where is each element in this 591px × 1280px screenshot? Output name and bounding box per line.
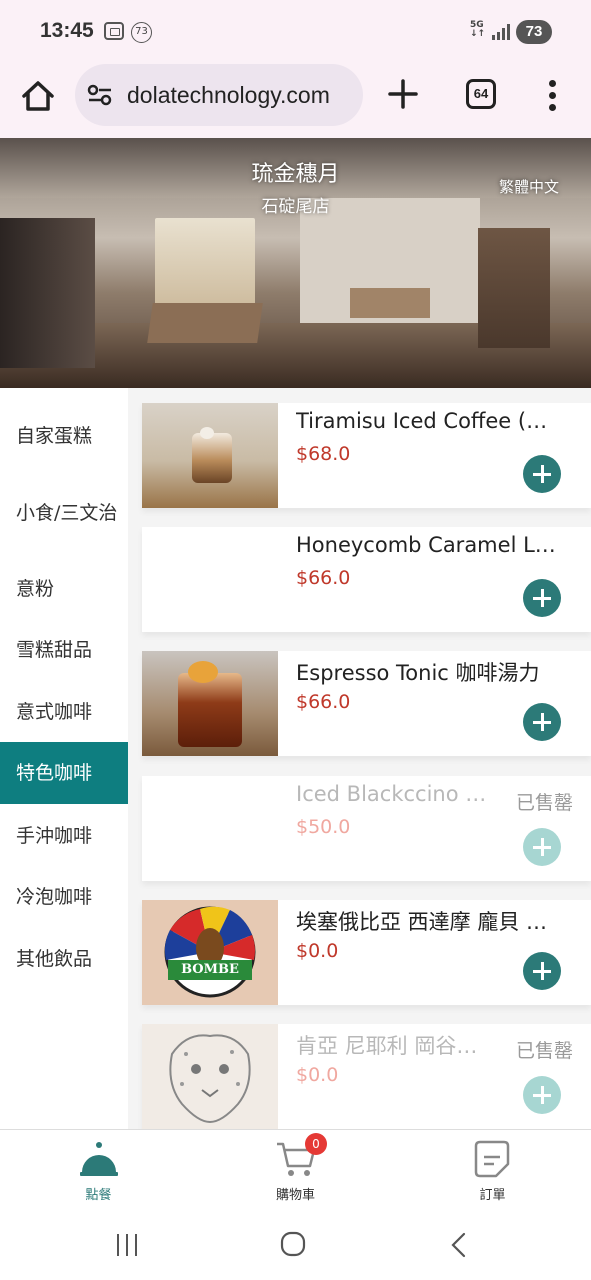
category-sidebar: 自家蛋糕 小食/三文治 意粉 雪糕甜品 意式咖啡 特色咖啡 手沖咖啡 冷泡咖啡 …: [0, 404, 128, 1129]
receipt-icon: [474, 1140, 510, 1178]
product-name: Tiramisu Iced Coffee (…: [296, 409, 548, 433]
language-switch[interactable]: 繁體中文: [499, 176, 559, 197]
product-image-leopard: [142, 1024, 278, 1129]
product-card[interactable]: Tiramisu Iced Coffee (… $68.0: [142, 403, 591, 508]
home-icon[interactable]: [18, 76, 58, 116]
cloche-icon: [80, 1142, 118, 1176]
add-to-cart-button[interactable]: [523, 952, 561, 990]
product-price: $68.0: [296, 443, 351, 465]
product-name: Espresso Tonic 咖啡湯力: [296, 661, 540, 685]
add-to-cart-button[interactable]: [523, 579, 561, 617]
product-name: 埃塞俄比亞 西達摩 龐貝 …: [296, 910, 548, 934]
product-name: Honeycomb Caramel L…: [296, 533, 556, 557]
home-nav-icon[interactable]: [280, 1231, 306, 1257]
network-icon: 5G ↓↑: [470, 20, 486, 39]
product-price: $66.0: [296, 691, 351, 713]
back-nav-icon[interactable]: [446, 1231, 472, 1259]
network-label: 5G: [470, 20, 484, 30]
category-item[interactable]: 小食/三文治: [0, 482, 128, 544]
product-name: Iced Blackccino …: [296, 782, 487, 806]
bottom-nav: 點餐 購物車 0 訂單: [0, 1129, 591, 1211]
product-price: $66.0: [296, 567, 351, 589]
nav-cart[interactable]: 購物車: [197, 1130, 394, 1212]
thumb-logo-text: BOMBE: [181, 962, 239, 977]
signal-icon: [492, 24, 510, 40]
product-card[interactable]: Espresso Tonic 咖啡湯力 $66.0: [142, 651, 591, 756]
category-item-active[interactable]: 特色咖啡: [0, 742, 128, 804]
cart-count-badge: 0: [305, 1133, 327, 1155]
sold-out-label: 已售罄: [515, 792, 573, 814]
nav-orders-label: 訂單: [479, 1188, 506, 1203]
bombe-logo-icon: [164, 906, 256, 998]
category-item[interactable]: 雪糕甜品: [0, 634, 128, 666]
recent-apps-icon[interactable]: [114, 1232, 140, 1258]
nav-cart-label: 購物車: [275, 1188, 315, 1203]
shop-banner: 琉金穗月 石碇尾店 繁體中文: [0, 138, 591, 388]
category-item[interactable]: 自家蛋糕: [0, 420, 128, 452]
product-image-placeholder: [142, 776, 278, 881]
product-card-sold-out[interactable]: 肯亞 尼耶利 岡谷… 已售罄 $0.0: [142, 1024, 591, 1129]
site-settings-icon[interactable]: [87, 83, 113, 107]
browser-toolbar: dolatechnology.com 64: [0, 62, 591, 138]
nav-orders[interactable]: 訂單: [394, 1130, 591, 1212]
add-to-cart-button[interactable]: [523, 703, 561, 741]
product-card-sold-out[interactable]: Iced Blackccino … 已售罄 $50.0: [142, 776, 591, 881]
category-item[interactable]: 冷泡咖啡: [0, 881, 128, 913]
coffee-roaster-image: [0, 218, 95, 368]
add-to-cart-button-disabled[interactable]: [523, 828, 561, 866]
category-item[interactable]: 手沖咖啡: [0, 820, 128, 852]
category-item[interactable]: 其他飲品: [0, 943, 128, 975]
status-time: 13:45: [40, 19, 94, 42]
product-price: $0.0: [296, 940, 339, 962]
product-card[interactable]: BOMBE 埃塞俄比亞 西達摩 龐貝 … $0.0: [142, 900, 591, 1005]
battery-icon: 73: [516, 20, 552, 44]
system-nav-bar: [0, 1211, 591, 1280]
screenshot-icon: [104, 22, 124, 40]
more-menu-icon[interactable]: [541, 78, 565, 114]
leopard-illustration-icon: [169, 1034, 251, 1124]
new-tab-icon[interactable]: [385, 76, 421, 112]
category-item[interactable]: 意粉: [0, 573, 128, 605]
product-image: [142, 651, 278, 756]
status-bar: 13:45 73 5G ↓↑ 73: [0, 0, 591, 62]
nav-order-label: 點餐: [85, 1188, 112, 1203]
add-to-cart-button[interactable]: [523, 455, 561, 493]
tab-switcher-button[interactable]: 64: [466, 79, 496, 109]
category-item[interactable]: 意式咖啡: [0, 696, 128, 728]
sold-out-label: 已售罄: [515, 1040, 573, 1062]
product-image-placeholder: [142, 527, 278, 632]
product-image-logo: BOMBE: [142, 900, 278, 1005]
product-price: $0.0: [296, 1064, 339, 1086]
product-card[interactable]: Honeycomb Caramel L… $66.0: [142, 527, 591, 632]
nav-order[interactable]: 點餐: [0, 1130, 197, 1212]
add-to-cart-button-disabled[interactable]: [523, 1076, 561, 1114]
product-price: $50.0: [296, 816, 351, 838]
notification-count-icon: 73: [131, 22, 152, 43]
product-name: 肯亞 尼耶利 岡谷…: [296, 1034, 478, 1058]
product-image: [142, 403, 278, 508]
url-text: dolatechnology.com: [127, 82, 330, 108]
url-bar[interactable]: dolatechnology.com: [75, 64, 363, 126]
